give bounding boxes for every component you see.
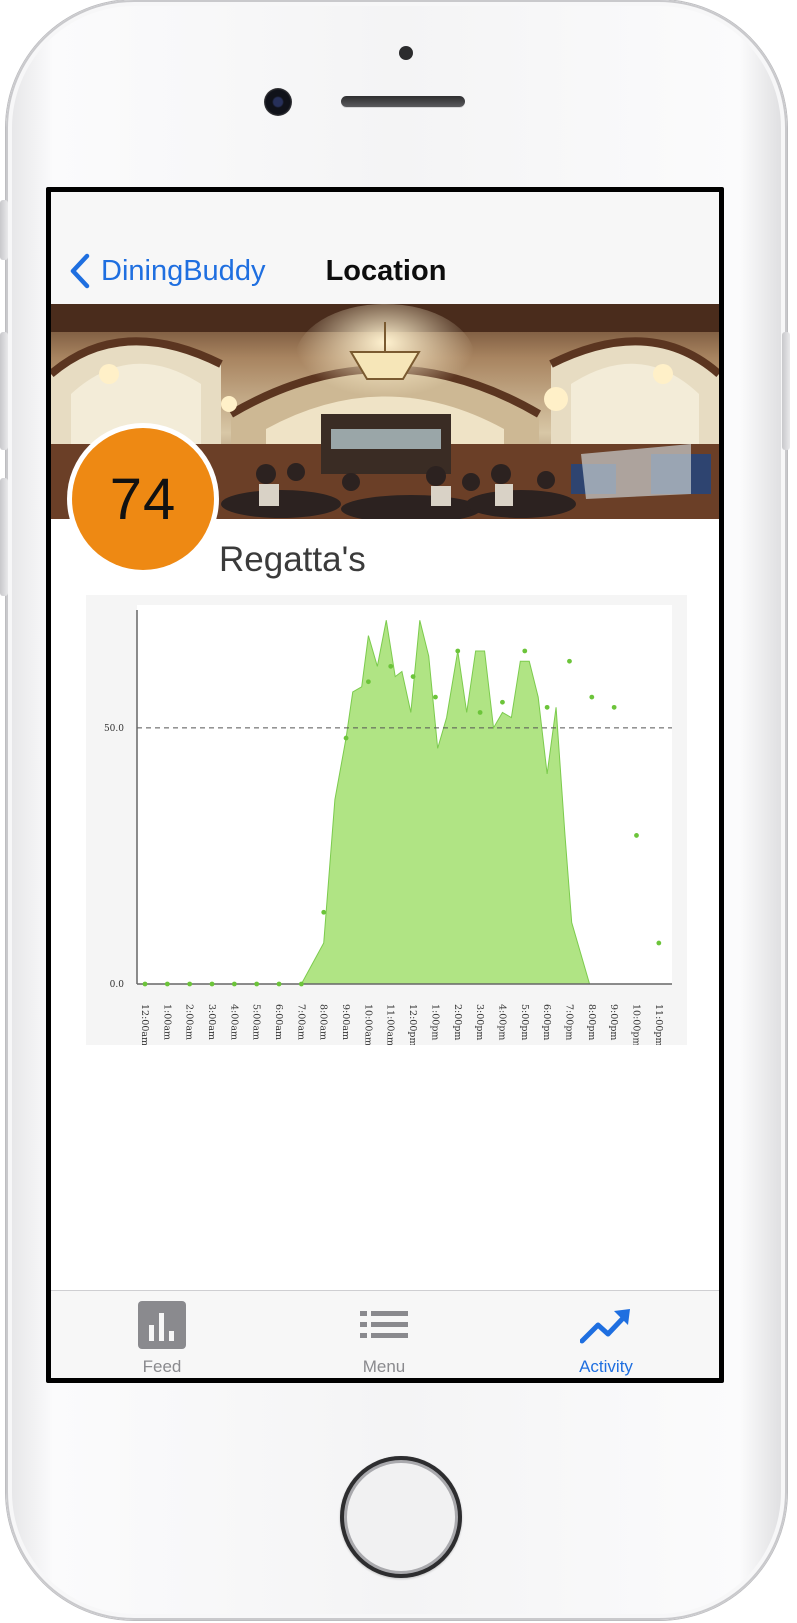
y-tick-label: 50.0 xyxy=(104,724,124,734)
x-tick-label: 10:00am xyxy=(362,1004,373,1045)
crowd-score-badge: 74 xyxy=(67,423,219,575)
power-button xyxy=(782,332,790,450)
data-point xyxy=(544,704,550,710)
x-tick-label: 7:00pm xyxy=(563,1004,574,1040)
front-camera xyxy=(264,88,292,116)
data-point xyxy=(142,981,148,987)
data-point xyxy=(254,981,260,987)
x-tick-label: 12:00am xyxy=(139,1004,150,1045)
earpiece-speaker xyxy=(341,96,465,107)
data-point xyxy=(522,648,528,654)
bar-chart-icon xyxy=(138,1301,186,1349)
data-point xyxy=(567,658,572,664)
data-point xyxy=(455,648,461,654)
x-tick-label: 3:00am xyxy=(206,1004,217,1040)
app-display: DiningBuddy Location 74 Regatta's 0.0 50… xyxy=(51,192,719,1378)
x-tick-label: 8:00am xyxy=(318,1004,329,1040)
data-point xyxy=(477,710,483,715)
crowd-score-value: 74 xyxy=(72,428,214,570)
location-name: Regatta's xyxy=(219,540,366,579)
back-button-label: DiningBuddy xyxy=(101,254,266,287)
data-point xyxy=(410,674,416,680)
data-point xyxy=(433,694,438,700)
back-button[interactable]: DiningBuddy xyxy=(67,252,265,290)
data-point xyxy=(343,735,349,741)
data-point xyxy=(611,704,617,710)
data-point xyxy=(656,940,662,946)
x-tick-label: 1:00pm xyxy=(429,1004,440,1040)
data-point xyxy=(589,694,595,700)
tab-menu[interactable]: Menu xyxy=(273,1291,495,1378)
x-tick-label: 8:00pm xyxy=(586,1004,597,1040)
data-point xyxy=(634,833,639,838)
trending-up-icon xyxy=(580,1309,630,1344)
x-tick-label: 12:00pm xyxy=(407,1004,418,1045)
data-point xyxy=(321,909,327,915)
mute-switch xyxy=(0,200,8,260)
data-point xyxy=(209,981,215,987)
x-tick-label: 2:00pm xyxy=(452,1004,463,1040)
data-point xyxy=(500,699,505,705)
x-tick-label: 6:00am xyxy=(273,1004,284,1040)
list-icon xyxy=(360,1311,408,1338)
tab-menu-label: Menu xyxy=(362,1357,406,1376)
activity-chart-svg: 0.0 50.0 12:00am 1:00am 2:00am 3:00am 4:00am 5:… xyxy=(104,605,672,1045)
volume-down-button xyxy=(0,478,8,596)
x-tick-label: 11:00am xyxy=(385,1004,396,1045)
x-tick-label: 11:00pm xyxy=(653,1004,664,1045)
tab-activity[interactable]: Activity xyxy=(495,1291,717,1378)
data-point xyxy=(164,981,170,987)
x-tick-label: 10:00pm xyxy=(630,1004,641,1045)
data-point xyxy=(388,663,394,669)
tab-bar: Feed Menu Activity xyxy=(51,1290,719,1378)
screen-bezel: DiningBuddy Location 74 Regatta's 0.0 50… xyxy=(46,187,724,1383)
x-tick-label: 4:00pm xyxy=(496,1004,507,1040)
data-point xyxy=(366,679,371,685)
chevron-left-icon xyxy=(70,253,90,289)
data-point xyxy=(231,981,237,987)
proximity-sensor xyxy=(399,46,413,60)
volume-up-button xyxy=(0,332,8,450)
x-tick-label: 9:00am xyxy=(340,1004,351,1040)
x-tick-label: 2:00am xyxy=(184,1004,195,1040)
tab-activity-label: Activity xyxy=(579,1357,633,1376)
activity-chart: 0.0 50.0 12:00am 1:00am 2:00am 3:00am 4:00am 5:… xyxy=(86,595,687,1045)
navigation-bar: DiningBuddy Location xyxy=(51,192,719,305)
page-title: Location xyxy=(325,255,447,287)
x-tick-label: 9:00pm xyxy=(608,1004,619,1040)
tab-feed[interactable]: Feed xyxy=(51,1291,273,1378)
y-tick-label: 0.0 xyxy=(110,980,125,990)
x-tick-label: 7:00am xyxy=(295,1004,306,1040)
x-tick-label: 1:00am xyxy=(161,1004,172,1040)
home-button[interactable] xyxy=(340,1456,462,1578)
x-tick-label: 6:00pm xyxy=(541,1004,552,1040)
data-point xyxy=(187,981,193,987)
x-tick-label: 5:00pm xyxy=(519,1004,530,1040)
data-point xyxy=(276,981,282,987)
tab-feed-label: Feed xyxy=(142,1357,182,1376)
x-tick-label: 5:00am xyxy=(251,1004,262,1040)
data-point xyxy=(298,981,304,987)
x-tick-label: 3:00pm xyxy=(474,1004,485,1040)
x-tick-label: 4:00am xyxy=(228,1004,239,1040)
